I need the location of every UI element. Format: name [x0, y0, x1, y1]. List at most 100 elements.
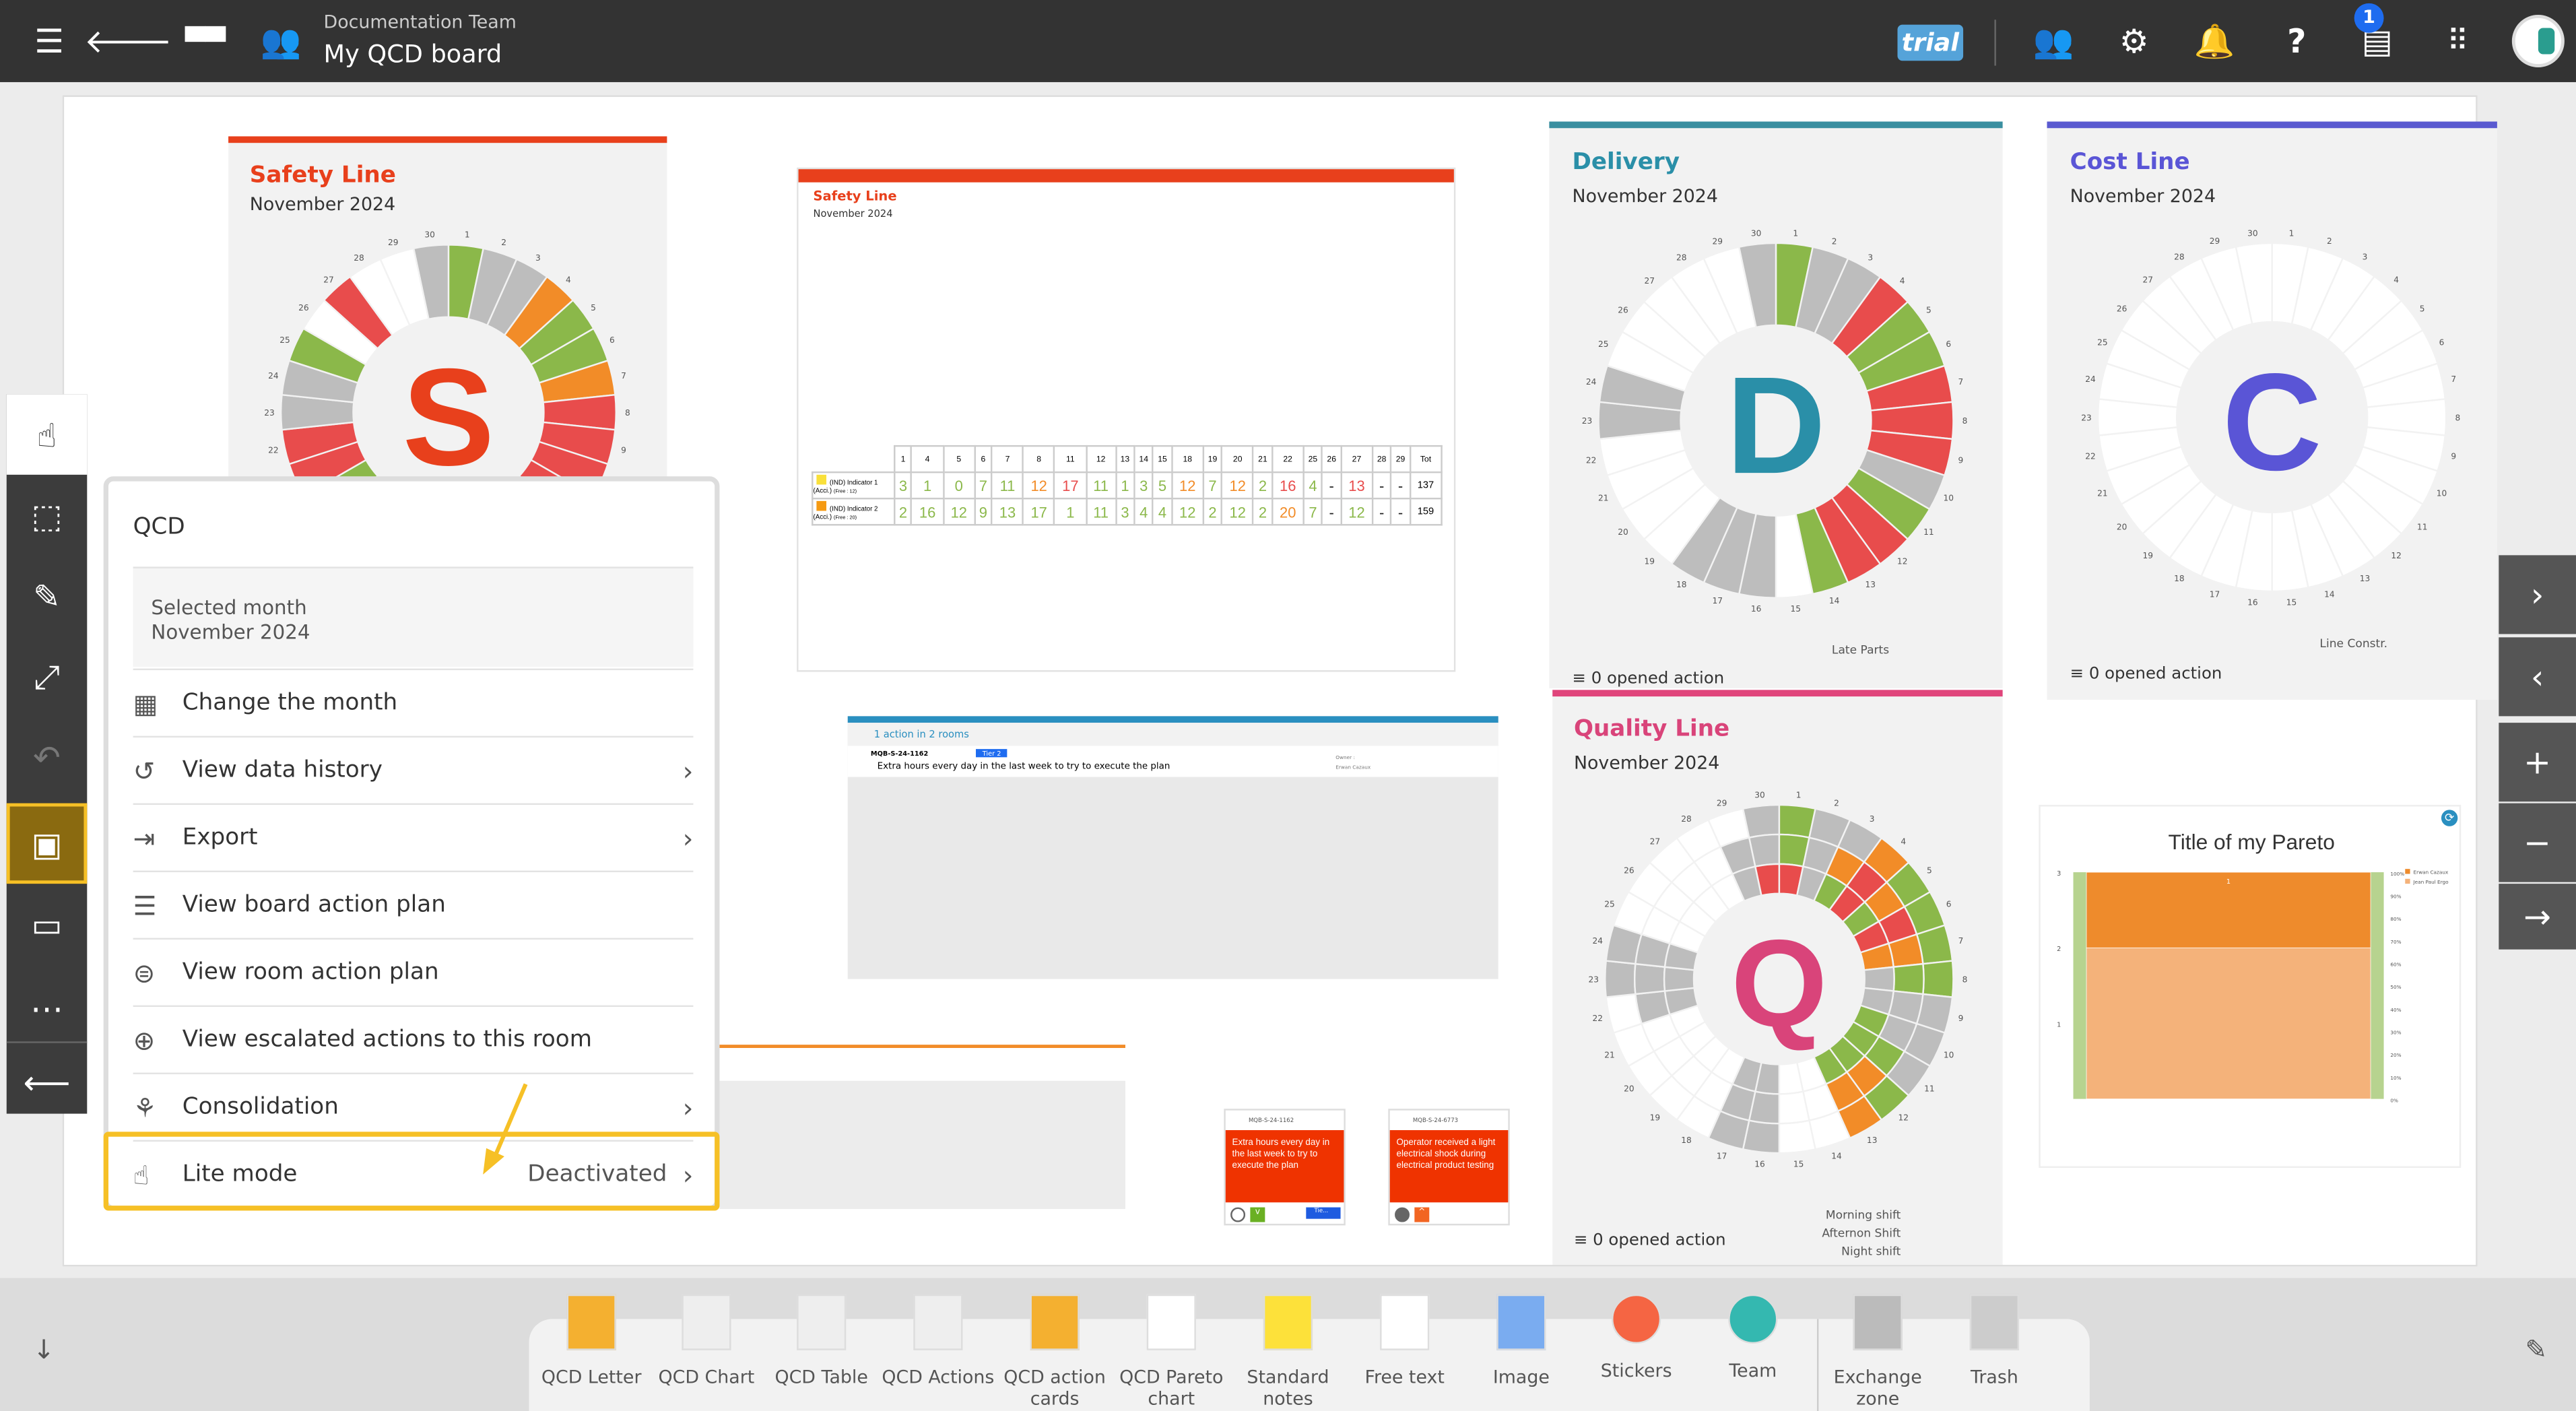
value-cell: 12 — [1340, 497, 1374, 526]
palette-item-free-text[interactable]: Free text — [1347, 1294, 1462, 1388]
menu-item-view-room-action-plan[interactable]: ⊜ View room action plan — [133, 938, 694, 1006]
day-label: 7 — [1958, 377, 1964, 387]
zoom-out-icon[interactable]: − — [2499, 803, 2576, 882]
safety-table-widget[interactable]: Safety Line November 2024 1 4 5 6 7 8 11 12 13 14… — [797, 167, 1456, 672]
menu-item-change-the-month[interactable]: ▦ Change the month — [133, 668, 694, 736]
day-label: 8 — [1962, 975, 1968, 984]
palette-item-qcd-action-cards[interactable]: QCD action cards — [997, 1294, 1113, 1410]
bar-jean-paul-ergo[interactable] — [2086, 947, 2371, 1099]
arrow-down-icon[interactable]: ↓ — [33, 1334, 55, 1365]
back-arrow-icon[interactable]: 🡐 — [84, 20, 172, 62]
select-tool-icon[interactable]: ⬚ — [7, 475, 88, 556]
team-icon — [1728, 1294, 1778, 1344]
bell-icon[interactable]: 🔔 — [2193, 20, 2236, 62]
menu-item-view-data-history[interactable]: ↺ View data history › — [133, 735, 693, 803]
table-row[interactable]: (IND) Indicator 2 (Acci.) (Free : 20) 2 16… — [812, 497, 1443, 526]
palette-item-qcd-table[interactable]: QCD Table — [764, 1294, 879, 1388]
undo-icon[interactable]: ↶ — [7, 716, 88, 797]
chevron-left-icon[interactable]: ‹ — [2499, 637, 2576, 717]
menu-item-view-escalated-actions-to-this-room[interactable]: ⊕ View escalated actions to this room — [133, 1005, 694, 1073]
qcd-chart-widget[interactable] — [719, 1045, 1125, 1210]
day-label: 15 — [2286, 597, 2297, 607]
value-cell: 7 — [1202, 471, 1223, 500]
widget-title: Safety Line — [249, 162, 396, 189]
day-segment[interactable] — [1863, 966, 1895, 992]
palette-item-qcd-pareto-chart[interactable]: QCD Pareto chart — [1114, 1294, 1229, 1410]
pencil-icon[interactable]: ✎ — [2525, 1334, 2547, 1365]
day-label: 21 — [2097, 488, 2108, 498]
menu-item-export[interactable]: ⇥ Export › — [133, 803, 693, 871]
day-segment[interactable] — [1742, 803, 1781, 839]
arrow-right-icon[interactable]: → — [2499, 884, 2576, 950]
tier-tag: Tie... — [1306, 1207, 1341, 1219]
action-plan-widget[interactable]: 1 action in 2 rooms MQB-S-24-1162 Tier 2… — [847, 716, 1498, 979]
menu-item-consolidation[interactable]: ⚘ Consolidation › — [133, 1072, 693, 1140]
day-segment[interactable] — [1778, 1090, 1810, 1125]
day-label: 17 — [1713, 596, 1723, 605]
zoom-in-icon[interactable]: + — [2499, 723, 2576, 802]
palette-item-qcd-letter[interactable]: QCD Letter — [534, 1294, 649, 1388]
pareto-widget[interactable]: ⟳ Title of my Pareto 3 2 1 100% 90% 80% 70% 60%… — [2039, 805, 2462, 1169]
palette-item-qcd-actions[interactable]: QCD Actions — [881, 1294, 996, 1388]
y-tick-label: 2 — [2057, 946, 2061, 953]
palette-item-exchange-zone[interactable]: Exchange zone — [1820, 1294, 1936, 1410]
chevron-up-icon[interactable]: ^ — [1414, 1207, 1430, 1222]
palette-item-stickers[interactable]: Stickers — [1579, 1294, 1694, 1381]
palette-item-trash[interactable]: Trash — [1937, 1294, 2052, 1388]
day-label: 23 — [2081, 413, 2092, 422]
hamburger-menu-icon[interactable]: ☰ — [28, 20, 70, 62]
palette-item-image[interactable]: Image — [1464, 1294, 1579, 1388]
action-card[interactable]: MQB-S-24-1162 Extra hours every day in t… — [1224, 1109, 1346, 1226]
value-cell: - — [1321, 471, 1342, 500]
safety-letter-widget[interactable]: Safety Line November 2024 12345678910111… — [228, 136, 667, 595]
board-title: My QCD board — [323, 39, 502, 69]
day-label: 5 — [591, 303, 596, 313]
users-icon[interactable]: 👥 — [2033, 20, 2075, 62]
chevron-down-icon[interactable]: v — [1250, 1207, 1265, 1222]
apps-grid-icon[interactable]: ⠿ — [2437, 20, 2479, 62]
connector-tool-icon[interactable]: ⤢ — [7, 636, 88, 717]
palette-item-team[interactable]: Team — [1695, 1294, 1810, 1381]
day-segment[interactable] — [1778, 1119, 1817, 1154]
opened-actions[interactable]: ≡ 0 opened action — [1574, 1232, 1726, 1250]
delivery-letter-widget[interactable]: Delivery November 2024 1 2 3 4 5 6 7 8 9 10 11 12 13… — [1549, 121, 2003, 688]
day-segment[interactable] — [1922, 960, 1954, 998]
presentation-icon[interactable]: ▭ — [7, 884, 88, 964]
refresh-icon[interactable]: ⟳ — [2441, 810, 2458, 826]
day-segment[interactable] — [1663, 966, 1696, 992]
avatar[interactable] — [2511, 14, 2565, 67]
qcd-tool-icon[interactable]: ▣ — [6, 803, 88, 884]
y-tick-label: 1 — [2057, 1021, 2061, 1028]
menu-item-view-board-action-plan[interactable]: ☰ View board action plan — [133, 870, 694, 938]
day-segment[interactable] — [1633, 962, 1666, 995]
gear-icon[interactable]: ⚙ — [2113, 20, 2155, 62]
cost-letter-widget[interactable]: Cost Line November 2024 1 2 3 4 5 6 7 8 9 10 11 12 1… — [2047, 121, 2497, 700]
column-header: 5 — [942, 445, 976, 473]
palette-item-qcd-chart[interactable]: QCD Chart — [649, 1294, 764, 1388]
y2-tick-label: 30% — [2390, 1030, 2401, 1036]
day-label: 18 — [2174, 574, 2185, 583]
opened-actions[interactable]: ≡ 0 opened action — [1573, 670, 1725, 688]
trial-badge[interactable]: trial — [1897, 24, 1964, 61]
more-icon[interactable]: ⋯ — [7, 968, 88, 1049]
day-segment[interactable] — [1604, 960, 1637, 998]
action-row[interactable]: MQB-S-24-1162 Tier 2 Extra hours every d… — [847, 746, 1498, 777]
quality-letter-widget[interactable]: Quality Line November 2024 1 2 3 4 5 6 7 8 9 10 11… — [1552, 690, 2003, 1265]
day-label: 2 — [2327, 236, 2332, 246]
opened-actions[interactable]: ≡ 0 opened action — [2070, 665, 2222, 684]
day-segment[interactable] — [1892, 962, 1925, 995]
palette-item-standard-notes[interactable]: Standard notes — [1230, 1294, 1346, 1410]
action-card[interactable]: MQB-S-24-6773 Operator received a light … — [1388, 1109, 1510, 1226]
pen-tool-icon[interactable]: ✎ — [7, 555, 88, 636]
collapse-arrow-icon[interactable]: ⟵ — [6, 1041, 88, 1122]
divider — [1994, 20, 1996, 66]
table-row[interactable]: (IND) Indicator 1 (Acci.) (Free : 12) 3 1 0… — [812, 471, 1443, 500]
help-icon[interactable]: ? — [2276, 20, 2318, 62]
legend-label: Erwan Cazaux — [2413, 869, 2448, 875]
value-cell: 1 — [1115, 471, 1135, 500]
board-layout-icon[interactable]: ▀▀ — [184, 20, 226, 62]
day-segment[interactable] — [1748, 833, 1781, 868]
pointer-tool-hand-icon[interactable]: ☝ — [6, 394, 88, 475]
chevron-right-icon[interactable]: › — [2499, 555, 2576, 634]
notification-badge: 1 — [2354, 3, 2384, 33]
